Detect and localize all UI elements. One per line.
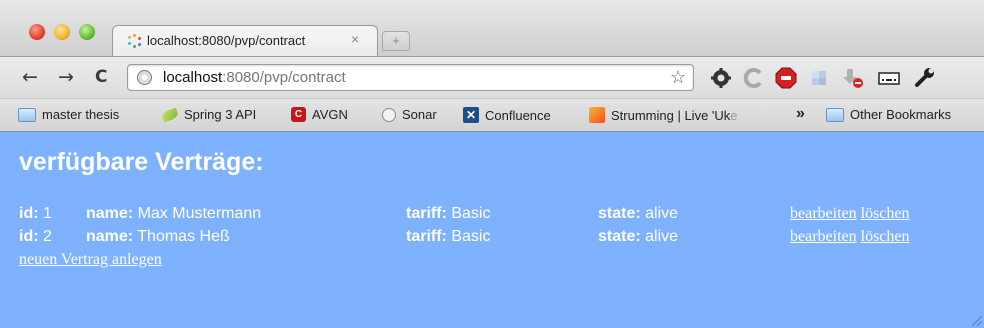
reload-button[interactable]: C <box>95 67 107 87</box>
bookmark-master-thesis[interactable]: master thesis <box>18 107 119 122</box>
bookmark-sonar[interactable]: Sonar <box>382 107 437 122</box>
tab-close-icon[interactable]: × <box>351 31 359 47</box>
contract-row: id: 2 name: Thomas Heß tariff: Basic sta… <box>0 228 984 248</box>
bookmark-confluence[interactable]: ✕ Confluence <box>463 107 551 123</box>
bookmark-label: master thesis <box>42 107 120 122</box>
more-bookmarks-chevron-icon[interactable]: » <box>796 105 805 123</box>
contract-tariff: tariff: Basic <box>406 205 491 222</box>
bookmark-label: Other Bookmarks <box>850 107 952 122</box>
address-url[interactable]: localhost:8080/pvp/contract <box>163 69 346 86</box>
avgn-icon: C <box>291 107 306 122</box>
leaf-icon <box>160 107 180 122</box>
tab-title: localhost:8080/pvp/contract <box>147 33 306 48</box>
contract-row: id: 1 name: Max Mustermann tariff: Basic… <box>0 205 984 225</box>
folder-icon <box>826 107 844 122</box>
new-tab-button[interactable]: + <box>382 31 410 51</box>
contract-state: state: alive <box>598 205 679 222</box>
keyboard-icon[interactable] <box>876 67 902 89</box>
strumming-icon <box>589 107 605 123</box>
contract-name: name: Max Mustermann <box>86 205 262 222</box>
bookmark-strumming[interactable]: Strumming | Live 'Uke <box>589 107 738 123</box>
c-extension-icon[interactable] <box>743 67 765 89</box>
sonar-globe-icon <box>382 107 396 122</box>
contract-actions: bearbeiten löschen <box>790 228 910 246</box>
title-bar: localhost:8080/pvp/contract × + <box>0 0 984 56</box>
contract-id: id: 1 <box>19 205 52 222</box>
adblock-stop-icon[interactable] <box>775 67 797 89</box>
bookmark-label: AVGN <box>312 107 348 122</box>
bookmark-label: Strumming | Live 'Uke <box>611 107 738 123</box>
bookmark-spring-api[interactable]: Spring 3 API <box>160 107 257 122</box>
browser-tab[interactable]: localhost:8080/pvp/contract × <box>112 25 378 56</box>
forward-button[interactable]: → <box>58 66 74 88</box>
contract-name: name: Thomas Heß <box>86 228 230 245</box>
delete-contract-link[interactable]: löschen <box>861 228 910 245</box>
toolbar: ← → C localhost:8080/pvp/contract ☆ <box>0 56 984 98</box>
contract-actions: bearbeiten löschen <box>790 205 910 223</box>
contract-id: id: 2 <box>19 228 52 245</box>
address-bar[interactable]: localhost:8080/pvp/contract ☆ <box>127 64 694 91</box>
page-title: verfügbare Verträge: <box>19 148 264 176</box>
back-button[interactable]: ← <box>22 66 38 88</box>
page-content: verfügbare Verträge: id: 1 name: Max Mus… <box>0 132 984 328</box>
confluence-icon: ✕ <box>463 107 479 123</box>
loading-favicon-icon <box>127 34 141 48</box>
zoom-window-button[interactable] <box>79 24 95 40</box>
wrench-icon[interactable] <box>913 67 937 89</box>
bookmarks-bar: master thesis Spring 3 API C AVGN Sonar … <box>0 98 984 132</box>
minimize-window-button[interactable] <box>54 24 70 40</box>
bookmark-star-icon[interactable]: ☆ <box>670 67 686 88</box>
delete-contract-link[interactable]: löschen <box>861 205 910 222</box>
bookmark-avgn[interactable]: C AVGN <box>291 107 348 122</box>
contract-tariff: tariff: Basic <box>406 228 491 245</box>
folder-icon <box>18 107 36 122</box>
contract-state: state: alive <box>598 228 679 245</box>
settings-gear-icon[interactable] <box>710 67 732 89</box>
bookmark-other-bookmarks[interactable]: Other Bookmarks <box>826 107 951 122</box>
close-window-button[interactable] <box>29 24 45 40</box>
edit-contract-link[interactable]: bearbeiten <box>790 228 857 245</box>
bookmark-label: Spring 3 API <box>184 107 257 122</box>
globe-icon <box>137 70 152 85</box>
download-icon[interactable] <box>840 67 864 89</box>
delicious-icon[interactable] <box>808 67 830 89</box>
resize-grip-icon[interactable] <box>972 316 982 326</box>
new-contract-link[interactable]: neuen Vertrag anlegen <box>19 251 162 269</box>
bookmark-label: Sonar <box>402 107 437 122</box>
edit-contract-link[interactable]: bearbeiten <box>790 205 857 222</box>
bookmark-label: Confluence <box>485 107 551 123</box>
